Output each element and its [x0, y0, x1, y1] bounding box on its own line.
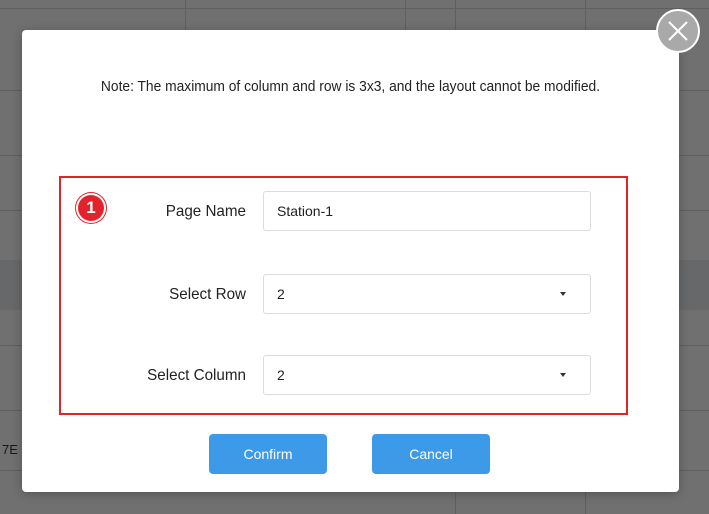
cancel-button[interactable]: Cancel	[372, 434, 490, 474]
create-page-dialog: Note: The maximum of column and row is 3…	[22, 30, 679, 492]
select-row-label: Select Row	[169, 286, 246, 303]
select-column-label: Select Column	[147, 367, 246, 384]
select-row-value: 2	[277, 286, 285, 302]
page-settings-highlight-box: 1 Page Name Station-1 Select Row 2 Selec…	[59, 176, 628, 415]
step-number-badge: 1	[78, 195, 104, 221]
page-name-input[interactable]: Station-1	[263, 191, 591, 231]
chevron-down-icon	[560, 373, 566, 377]
close-dialog-button[interactable]	[656, 9, 700, 53]
select-row-dropdown[interactable]: 2	[263, 274, 591, 314]
select-column-dropdown[interactable]: 2	[263, 355, 591, 395]
confirm-button[interactable]: Confirm	[209, 434, 327, 474]
select-column-value: 2	[277, 367, 285, 383]
layout-limit-note: Note: The maximum of column and row is 3…	[100, 78, 601, 95]
page-name-value: Station-1	[277, 203, 334, 219]
close-icon	[668, 21, 688, 41]
chevron-down-icon	[560, 292, 566, 296]
page-name-label: Page Name	[165, 203, 246, 220]
